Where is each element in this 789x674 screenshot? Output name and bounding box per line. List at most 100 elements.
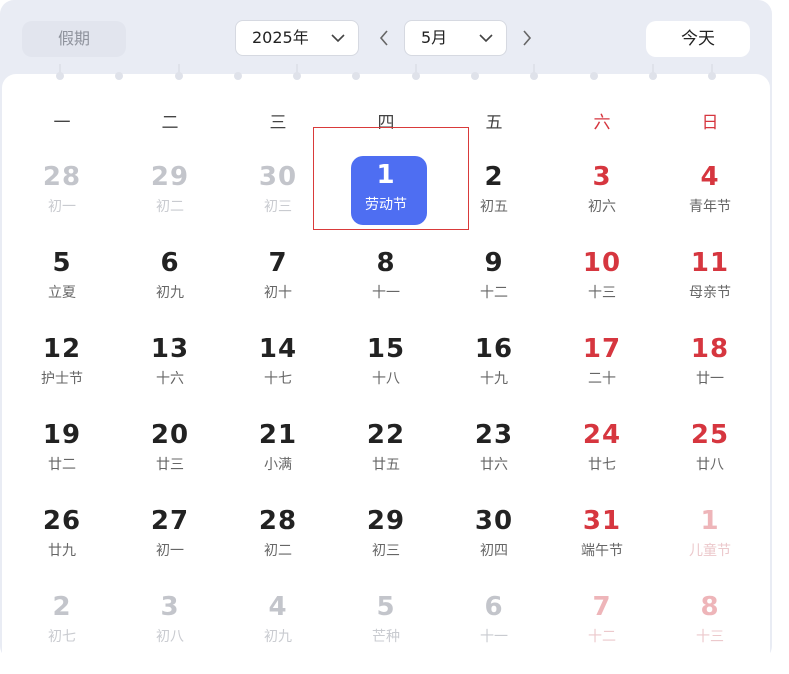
day-cell[interactable]: 7 初十 <box>238 240 318 316</box>
day-number: 27 <box>150 506 190 536</box>
chevron-down-icon <box>331 34 345 43</box>
lunar-label: 廿五 <box>372 457 400 473</box>
binder-ring <box>412 64 420 80</box>
lunar-label: 初一 <box>156 543 184 559</box>
day-cell[interactable]: 29 初二 <box>130 154 210 230</box>
day-cell[interactable]: 20 廿三 <box>130 412 210 488</box>
day-cell[interactable]: 10 十三 <box>562 240 642 316</box>
day-number: 4 <box>268 592 288 622</box>
day-cell[interactable]: 5 芒种 <box>346 584 426 660</box>
day-cell[interactable]: 19 廿二 <box>22 412 102 488</box>
binder-ring <box>293 64 301 80</box>
day-cell[interactable]: 8 十三 <box>670 584 750 660</box>
day-cell[interactable]: 16 十九 <box>454 326 534 402</box>
lunar-label: 廿一 <box>696 371 724 387</box>
day-cell[interactable]: 18 廿一 <box>670 326 750 402</box>
lunar-label: 儿童节 <box>689 543 731 559</box>
lunar-label: 初三 <box>264 199 292 215</box>
today-button[interactable]: 今天 <box>646 21 750 57</box>
day-cell[interactable]: 14 十七 <box>238 326 318 402</box>
lunar-label: 二十 <box>588 371 616 387</box>
holiday-button[interactable]: 假期 <box>22 21 126 57</box>
day-cell[interactable]: 31 端午节 <box>562 498 642 574</box>
month-select[interactable]: 5月 <box>404 20 507 56</box>
day-cell[interactable]: 30 初三 <box>238 154 318 230</box>
day-cell[interactable]: 3 初八 <box>130 584 210 660</box>
day-cell[interactable]: 12 护士节 <box>22 326 102 402</box>
calendar-grid: 一二三四五六日 28 初一 29 初二 30 初三 1 劳动节 2 初五 3 初六 4 青年节 5 立夏 6 初九 7… <box>2 64 770 674</box>
lunar-label: 初六 <box>588 199 616 215</box>
binder-ring <box>175 64 183 80</box>
binder-ring <box>234 72 242 80</box>
day-cell[interactable]: 3 初六 <box>562 154 642 230</box>
day-number: 20 <box>150 420 190 450</box>
day-number: 23 <box>474 420 514 450</box>
day-cell[interactable]: 26 廿九 <box>22 498 102 574</box>
day-cell-selected[interactable]: 1 劳动节 <box>346 154 427 230</box>
day-cell[interactable]: 1 儿童节 <box>670 498 750 574</box>
day-number: 18 <box>690 334 730 364</box>
day-number: 12 <box>42 334 82 364</box>
lunar-label: 廿六 <box>480 457 508 473</box>
lunar-label: 十九 <box>480 371 508 387</box>
day-cell[interactable]: 27 初一 <box>130 498 210 574</box>
day-cell[interactable]: 13 十六 <box>130 326 210 402</box>
day-cell[interactable]: 2 初七 <box>22 584 102 660</box>
day-cell[interactable]: 15 十八 <box>346 326 426 402</box>
day-cell[interactable]: 11 母亲节 <box>670 240 750 316</box>
day-number: 2 <box>484 162 504 192</box>
weekday-header: 四 <box>377 113 395 133</box>
chevron-left-icon[interactable] <box>377 27 391 49</box>
lunar-label: 十二 <box>480 285 508 301</box>
day-cell[interactable]: 8 十一 <box>346 240 426 316</box>
lunar-label: 十一 <box>372 285 400 301</box>
day-cell[interactable]: 30 初四 <box>454 498 534 574</box>
day-number: 22 <box>366 420 406 450</box>
day-number: 4 <box>700 162 720 192</box>
lunar-label: 廿七 <box>588 457 616 473</box>
lunar-label: 初三 <box>372 543 400 559</box>
day-number: 30 <box>474 506 514 536</box>
day-cell[interactable]: 25 廿八 <box>670 412 750 488</box>
day-cell[interactable]: 24 廿七 <box>562 412 642 488</box>
day-cell[interactable]: 29 初三 <box>346 498 426 574</box>
lunar-label: 初九 <box>264 629 292 645</box>
lunar-label: 初四 <box>480 543 508 559</box>
calendar-toolbar: 假期 2025年 5月 今天 <box>0 0 772 76</box>
day-cell[interactable]: 2 初五 <box>454 154 534 230</box>
day-cell[interactable]: 22 廿五 <box>346 412 426 488</box>
day-number: 24 <box>582 420 622 450</box>
day-cell[interactable]: 4 初九 <box>238 584 318 660</box>
day-cell[interactable]: 28 初一 <box>22 154 102 230</box>
day-number: 3 <box>160 592 180 622</box>
day-cell[interactable]: 5 立夏 <box>22 240 102 316</box>
day-number: 10 <box>582 248 622 278</box>
day-cell[interactable]: 6 十一 <box>454 584 534 660</box>
lunar-label: 十三 <box>696 629 724 645</box>
weekday-header: 五 <box>485 113 503 133</box>
day-number: 29 <box>366 506 406 536</box>
lunar-label: 立夏 <box>48 285 76 301</box>
day-number: 19 <box>42 420 82 450</box>
day-number: 9 <box>484 248 504 278</box>
day-number: 29 <box>150 162 190 192</box>
lunar-label: 母亲节 <box>689 285 731 301</box>
day-cell[interactable]: 23 廿六 <box>454 412 534 488</box>
day-number: 13 <box>150 334 190 364</box>
day-number: 14 <box>258 334 298 364</box>
chevron-right-icon[interactable] <box>520 27 534 49</box>
day-cell[interactable]: 28 初二 <box>238 498 318 574</box>
year-select[interactable]: 2025年 <box>235 20 359 56</box>
day-cell[interactable]: 17 二十 <box>562 326 642 402</box>
day-number: 1 <box>376 160 396 190</box>
year-select-value: 2025年 <box>252 28 309 47</box>
lunar-label: 廿八 <box>696 457 724 473</box>
day-cell[interactable]: 21 小满 <box>238 412 318 488</box>
day-cell[interactable]: 6 初九 <box>130 240 210 316</box>
day-number: 8 <box>376 248 396 278</box>
lunar-label: 十六 <box>156 371 184 387</box>
day-cell[interactable]: 9 十二 <box>454 240 534 316</box>
lunar-label: 初十 <box>264 285 292 301</box>
day-cell[interactable]: 7 十二 <box>562 584 642 660</box>
day-cell[interactable]: 4 青年节 <box>670 154 750 230</box>
